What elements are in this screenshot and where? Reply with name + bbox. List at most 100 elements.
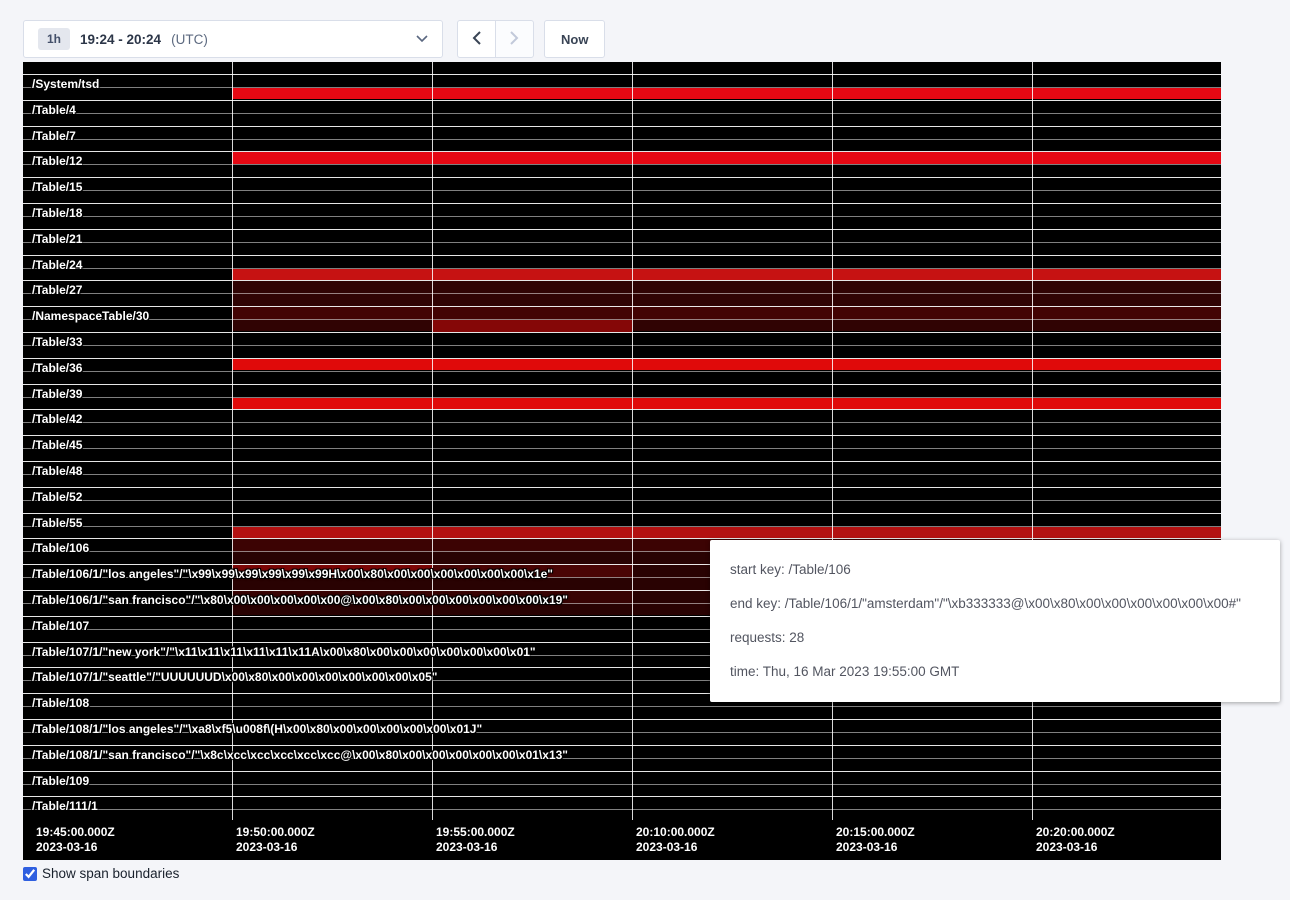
x-axis-tick: 20:10:00.000Z2023-03-16 (632, 825, 715, 855)
tick-time: 19:50:00.000Z (236, 825, 315, 840)
now-button[interactable]: Now (544, 20, 605, 58)
tick-date: 2023-03-16 (1036, 840, 1115, 855)
span-boundary-line (23, 113, 1221, 114)
row-label: /Table/108/1/"los angeles"/"\xa8\xf5\u00… (32, 722, 482, 736)
time-range-label: 19:24 - 20:24 (80, 32, 161, 47)
span-boundary-line (23, 177, 1221, 178)
next-range-button[interactable] (495, 20, 534, 58)
span-boundary-line (23, 74, 1221, 75)
row-label: /Table/39 (32, 387, 82, 401)
row-label: /Table/12 (32, 154, 82, 168)
row-label: /Table/7 (32, 129, 76, 143)
tick-time: 20:20:00.000Z (1036, 825, 1115, 840)
tick-date: 2023-03-16 (436, 840, 515, 855)
time-gridline (1032, 62, 1033, 820)
heat-band (232, 307, 1221, 319)
heat-band (232, 269, 1221, 281)
row-label: /Table/107/1/"seattle"/"UUUUUUD\x00\x80\… (32, 670, 437, 684)
span-boundary-line (23, 345, 1221, 346)
row-label: /Table/108/1/"san francisco"/"\x8c\xcc\x… (32, 748, 568, 762)
span-boundary-line (23, 474, 1221, 475)
time-range-picker[interactable]: 1h 19:24 - 20:24 (UTC) (23, 20, 443, 58)
span-boundary-line (23, 371, 1221, 372)
time-gridline (632, 62, 633, 820)
row-label: /Table/109 (32, 774, 89, 788)
row-label: /Table/106/1/"los angeles"/"\x99\x99\x99… (32, 567, 553, 581)
span-boundary-line (23, 435, 1221, 436)
row-label: /System/tsd (32, 77, 99, 91)
timezone-label: (UTC) (171, 32, 208, 47)
span-boundary-line (23, 151, 1221, 152)
span-boundary-line (23, 796, 1221, 797)
span-boundary-line (23, 242, 1221, 243)
span-boundary-line (23, 332, 1221, 333)
row-label: /Table/27 (32, 283, 82, 297)
tooltip-end-key: end key: /Table/106/1/"amsterdam"/"\xb33… (730, 593, 1260, 614)
span-boundary-line (23, 190, 1221, 191)
span-boundary-line (23, 164, 1221, 165)
row-label: /Table/21 (32, 232, 82, 246)
span-boundary-line (23, 809, 1221, 810)
span-boundary-line (23, 487, 1221, 488)
span-boundary-line (23, 771, 1221, 772)
tooltip-time: time: Thu, 16 Mar 2023 19:55:00 GMT (730, 661, 1260, 682)
row-label: /Table/42 (32, 412, 82, 426)
span-boundary-line (23, 280, 1221, 281)
row-label: /Table/36 (32, 361, 82, 375)
tick-time: 20:10:00.000Z (636, 825, 715, 840)
span-boundary-line (23, 706, 1221, 707)
tick-date: 2023-03-16 (236, 840, 315, 855)
span-boundary-line (23, 203, 1221, 204)
prev-range-button[interactable] (457, 20, 496, 58)
span-boundary-line (23, 784, 1221, 785)
x-axis-tick: 19:45:00.000Z2023-03-16 (32, 825, 115, 855)
heat-band (232, 88, 1221, 100)
toolbar: 1h 19:24 - 20:24 (UTC) Now (23, 20, 605, 58)
span-boundary-line (23, 461, 1221, 462)
key-visualizer-canvas[interactable]: /System/tsd/Table/4/Table/7/Table/12/Tab… (23, 62, 1221, 860)
show-span-boundaries-control: Show span boundaries (23, 866, 179, 881)
span-boundary-line (23, 255, 1221, 256)
span-boundary-line (23, 422, 1221, 423)
key-visualizer-page: { "toolbar": { "duration_badge": "1h", "… (0, 0, 1290, 900)
span-boundary-line (23, 745, 1221, 746)
span-boundary-line (23, 229, 1221, 230)
time-gridline (432, 62, 433, 820)
heat-band (432, 320, 632, 332)
row-label: /Table/52 (32, 490, 82, 504)
row-label: /Table/106 (32, 541, 89, 555)
hover-tooltip: start key: /Table/106 end key: /Table/10… (710, 540, 1280, 702)
row-label: /Table/45 (32, 438, 82, 452)
show-span-boundaries-checkbox[interactable] (23, 867, 37, 881)
x-axis-tick: 19:50:00.000Z2023-03-16 (232, 825, 315, 855)
chevron-down-icon (416, 35, 428, 43)
span-boundary-line (23, 126, 1221, 127)
span-boundary-line (23, 513, 1221, 514)
span-boundary-line (23, 216, 1221, 217)
duration-badge: 1h (38, 28, 70, 50)
row-label: /NamespaceTable/30 (32, 309, 149, 323)
span-boundary-line (23, 719, 1221, 720)
show-span-boundaries-label: Show span boundaries (42, 866, 179, 881)
span-boundary-line (23, 409, 1221, 410)
tooltip-start-key: start key: /Table/106 (730, 559, 1260, 580)
tick-date: 2023-03-16 (636, 840, 715, 855)
span-boundary-line (23, 319, 1221, 320)
span-boundary-line (23, 139, 1221, 140)
span-boundary-line (23, 500, 1221, 501)
row-label: /Table/18 (32, 206, 82, 220)
span-boundary-line (23, 100, 1221, 101)
row-label: /Table/106/1/"san francisco"/"\x80\x00\x… (32, 593, 568, 607)
tick-time: 19:45:00.000Z (36, 825, 115, 840)
tooltip-requests: requests: 28 (730, 627, 1260, 648)
span-boundary-line (23, 384, 1221, 385)
span-boundary-line (23, 268, 1221, 269)
row-label: /Table/15 (32, 180, 82, 194)
row-label: /Table/107 (32, 619, 89, 633)
x-axis-tick: 20:20:00.000Z2023-03-16 (1032, 825, 1115, 855)
tick-time: 19:55:00.000Z (436, 825, 515, 840)
x-axis-tick: 19:55:00.000Z2023-03-16 (432, 825, 515, 855)
row-label: /Table/108 (32, 696, 89, 710)
span-boundary-line (23, 87, 1221, 88)
heat-band (232, 398, 1221, 410)
